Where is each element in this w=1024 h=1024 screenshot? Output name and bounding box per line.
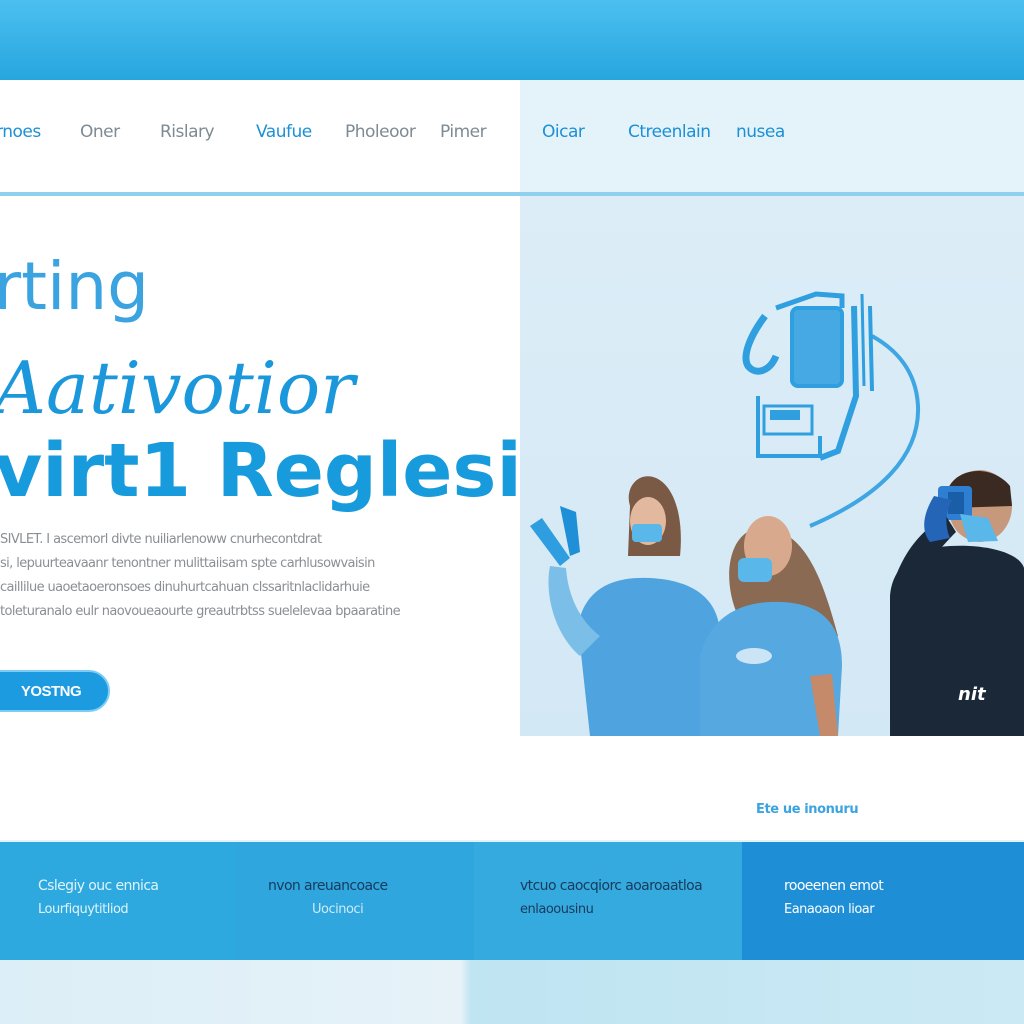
hero-heading-line-1: rting bbox=[0, 248, 150, 325]
feature-title: nvon areuancoace bbox=[268, 878, 388, 894]
learn-more-link[interactable]: Ete ue inonuru bbox=[756, 802, 859, 817]
feature-card-4[interactable]: rooeenen emot Eanaoaon lioar bbox=[742, 842, 1024, 960]
nav-item-2[interactable]: Oner bbox=[80, 122, 120, 142]
shirt-text: nit bbox=[958, 684, 986, 705]
person-2 bbox=[700, 516, 842, 736]
nav-item-6[interactable]: Pimer bbox=[440, 122, 487, 142]
hero-description-line: si, lepuurteavaanr tenontner mulittaiisa… bbox=[0, 556, 375, 571]
landing-page: rnoes Oner Rislary Vaufue Pholeoor Pimer… bbox=[0, 80, 1024, 840]
hero-description-line: SIVLET. I ascemorl divte nuiliarlenoww c… bbox=[0, 532, 322, 547]
feature-title: rooeenen emot bbox=[784, 878, 884, 894]
person-3 bbox=[890, 470, 1024, 736]
hero-description-line: toleturanalo eulr naovoueaourte greautrb… bbox=[0, 604, 401, 619]
feature-card-3[interactable]: vtcuo caocqiorc aoaroaatloa enlaoousinu bbox=[474, 842, 742, 960]
top-navigation: rnoes Oner Rislary Vaufue Pholeoor Pimer… bbox=[0, 80, 1024, 196]
feature-band: Cslegiy ouc ennica Lourfiquytitliod nvon… bbox=[0, 842, 1024, 960]
hero-description: SIVLET. I ascemorl divte nuiliarlenoww c… bbox=[0, 528, 440, 624]
nav-item-4[interactable]: Vaufue bbox=[256, 122, 312, 142]
nav-item-1[interactable]: rnoes bbox=[0, 122, 41, 142]
nav-item-3[interactable]: Rislary bbox=[160, 122, 215, 142]
feature-subtitle: enlaoousinu bbox=[520, 902, 594, 917]
nav-item-5[interactable]: Pholeoor bbox=[345, 122, 416, 142]
device-icon bbox=[742, 291, 874, 461]
feature-card-1[interactable]: Cslegiy ouc ennica Lourfiquytitliod bbox=[0, 842, 236, 960]
people-illustration bbox=[530, 291, 1024, 736]
feature-subtitle: Lourfiquytitliod bbox=[38, 902, 129, 917]
hero-text-section: rting Aativotior virt1 Reglesies SIVLET.… bbox=[0, 196, 616, 840]
hero-cta-button[interactable]: YOSTNG bbox=[0, 670, 110, 712]
nav-item-9[interactable]: nusea bbox=[736, 122, 785, 142]
feature-subtitle: Uocinoci bbox=[312, 902, 364, 917]
hero-description-line: caillilue uaoetaoeronsoes dinuhurtcahuan… bbox=[0, 580, 370, 595]
person-1 bbox=[530, 476, 720, 736]
browser-top-band bbox=[0, 0, 1024, 80]
feature-title: vtcuo caocqiorc aoaroaatloa bbox=[520, 878, 703, 894]
bottom-band bbox=[0, 960, 1024, 1024]
nav-item-8[interactable]: Ctreenlain bbox=[628, 122, 711, 142]
hero-illustration-panel: nit bbox=[520, 196, 1024, 736]
feature-card-2[interactable]: nvon areuancoace Uocinoci bbox=[236, 842, 474, 960]
feature-title: Cslegiy ouc ennica bbox=[38, 878, 159, 894]
hero-heading-line-2: Aativotior bbox=[0, 346, 355, 430]
nav-item-7[interactable]: Oicar bbox=[542, 122, 585, 142]
feature-subtitle: Eanaoaon lioar bbox=[784, 902, 875, 917]
